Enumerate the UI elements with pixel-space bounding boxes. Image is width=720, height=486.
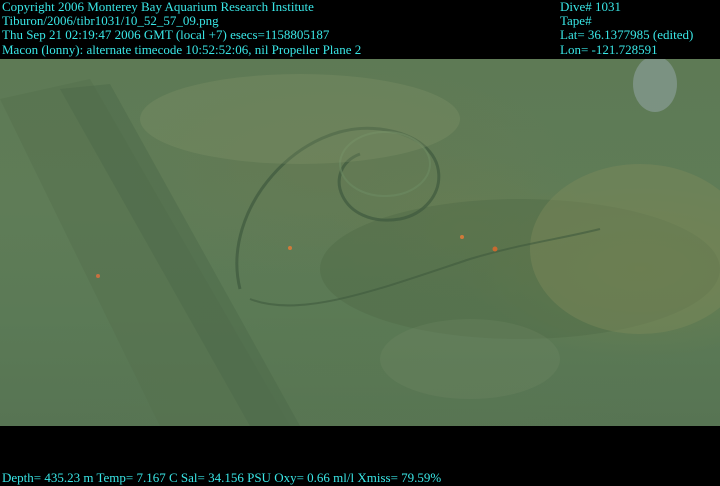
pale-object <box>633 59 677 112</box>
timecode-text: Macon (lonny): alternate timecode 10:52:… <box>2 42 362 57</box>
orange-organism <box>492 246 498 252</box>
sensor-readout-text: Depth= 435.23 m Temp= 7.167 C Sal= 34.15… <box>2 470 442 485</box>
dive-number-text: Dive# 1031 <box>560 0 622 14</box>
seafloor-video-frame <box>0 59 720 426</box>
longitude-text: Lon= -121.728591 <box>560 42 658 57</box>
copyright-text: Copyright 2006 Monterey Bay Aquarium Res… <box>2 0 314 14</box>
latitude-text: Lat= 36.1377985 (edited) <box>560 27 694 42</box>
file-path-text: Tiburon/2006/tibr1031/10_52_57_09.png <box>2 13 219 28</box>
orange-organism <box>96 274 100 278</box>
sediment-patch <box>380 319 560 399</box>
sediment-patch <box>140 74 460 164</box>
orange-organism <box>288 246 292 250</box>
datetime-text: Thu Sep 21 02:19:47 2006 GMT (local +7) … <box>2 27 330 42</box>
tape-number-text: Tape# <box>560 13 592 28</box>
seafloor-scene <box>0 59 720 426</box>
orange-organism <box>460 235 464 239</box>
